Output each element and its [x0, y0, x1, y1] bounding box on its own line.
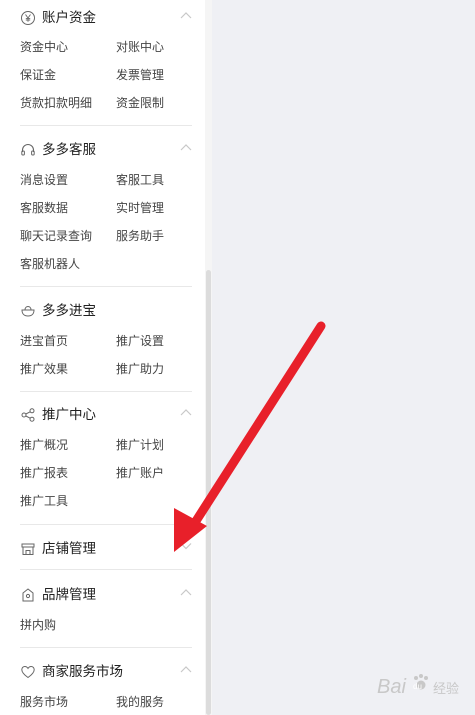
divider: [20, 391, 192, 392]
section-header-merchant-service-market[interactable]: 商家服务市场: [20, 662, 192, 686]
section-header-brand-management[interactable]: 品牌管理: [20, 585, 192, 609]
section-header-duoduo-jinbao[interactable]: 多多进宝: [20, 301, 192, 325]
headset-icon: [21, 144, 35, 156]
share-icon: [21, 408, 35, 422]
section-header-shop-management[interactable]: 店铺管理: [20, 539, 192, 563]
watermark-suffix: 经验: [433, 681, 459, 697]
chevron-up-icon[interactable]: [180, 11, 192, 19]
yen-circle-icon: [21, 11, 35, 25]
watermark-brand: Bai: [377, 676, 406, 698]
nav-item-reconciliation-center[interactable]: 对账中心: [116, 38, 164, 56]
baidu-watermark: Bai du 经验: [377, 674, 459, 698]
section-title: 推广中心: [42, 407, 96, 423]
divider: [20, 647, 192, 648]
nav-item-promotion-account[interactable]: 推广账户: [116, 464, 164, 482]
nav-item-service-robot[interactable]: 客服机器人: [20, 255, 80, 273]
nav-item-promotion-overview[interactable]: 推广概况: [20, 436, 68, 454]
nav-item-promotion-tools[interactable]: 推广工具: [20, 492, 68, 510]
nav-item-internal-purchase[interactable]: 拼内购: [20, 616, 56, 634]
chevron-down-icon[interactable]: [180, 542, 192, 550]
nav-item-my-services[interactable]: 我的服务: [116, 693, 164, 711]
treasure-bowl-icon: [21, 305, 35, 317]
section-title: 多多进宝: [42, 303, 96, 319]
nav-item-invoice-management[interactable]: 发票管理: [116, 66, 164, 84]
sidebar-nav: 账户资金 资金中心 对账中心 保证金 发票管理 货款扣款明细 资金限制 多多客服…: [0, 0, 205, 715]
sidebar-scrollbar[interactable]: [205, 0, 212, 715]
section-title: 商家服务市场: [42, 664, 123, 680]
divider: [20, 286, 192, 287]
brand-tag-icon: [22, 588, 34, 602]
chevron-up-icon[interactable]: [180, 588, 192, 596]
nav-item-realtime-management[interactable]: 实时管理: [116, 199, 164, 217]
divider: [20, 125, 192, 126]
chevron-up-icon[interactable]: [180, 408, 192, 416]
nav-item-service-tools[interactable]: 客服工具: [116, 171, 164, 189]
section-title: 品牌管理: [42, 587, 96, 603]
chevron-up-icon[interactable]: [180, 143, 192, 151]
nav-item-service-data[interactable]: 客服数据: [20, 199, 68, 217]
nav-item-funds-limit[interactable]: 资金限制: [116, 94, 164, 112]
heart-icon: [21, 665, 35, 679]
shop-icon: [21, 543, 35, 555]
nav-item-promotion-plan[interactable]: 推广计划: [116, 436, 164, 454]
nav-item-funds-center[interactable]: 资金中心: [20, 38, 68, 56]
nav-item-promotion-report[interactable]: 推广报表: [20, 464, 68, 482]
chevron-up-icon[interactable]: [180, 665, 192, 673]
nav-item-deposit[interactable]: 保证金: [20, 66, 56, 84]
section-header-promotion-center[interactable]: 推广中心: [20, 405, 192, 429]
nav-item-message-settings[interactable]: 消息设置: [20, 171, 68, 189]
divider: [20, 524, 192, 525]
section-title: 多多客服: [42, 142, 96, 158]
section-title: 店铺管理: [42, 541, 96, 557]
section-header-account-funds[interactable]: 账户资金: [20, 8, 192, 32]
scrollbar-thumb[interactable]: [206, 270, 211, 715]
nav-item-promotion-settings[interactable]: 推广设置: [116, 332, 164, 350]
nav-item-promotion-effect[interactable]: 推广效果: [20, 360, 68, 378]
watermark-du: du: [413, 682, 422, 691]
nav-item-service-market[interactable]: 服务市场: [20, 693, 68, 711]
section-header-customer-service[interactable]: 多多客服: [20, 140, 192, 164]
nav-item-chat-history-query[interactable]: 聊天记录查询: [20, 227, 92, 245]
nav-item-jinbao-home[interactable]: 进宝首页: [20, 332, 68, 350]
nav-item-payment-deduction-details[interactable]: 货款扣款明细: [20, 94, 92, 112]
nav-item-promotion-boost[interactable]: 推广助力: [116, 360, 164, 378]
nav-item-service-assistant[interactable]: 服务助手: [116, 227, 164, 245]
arrow-shaft: [191, 321, 326, 526]
section-title: 账户资金: [42, 10, 96, 26]
divider: [20, 569, 192, 570]
